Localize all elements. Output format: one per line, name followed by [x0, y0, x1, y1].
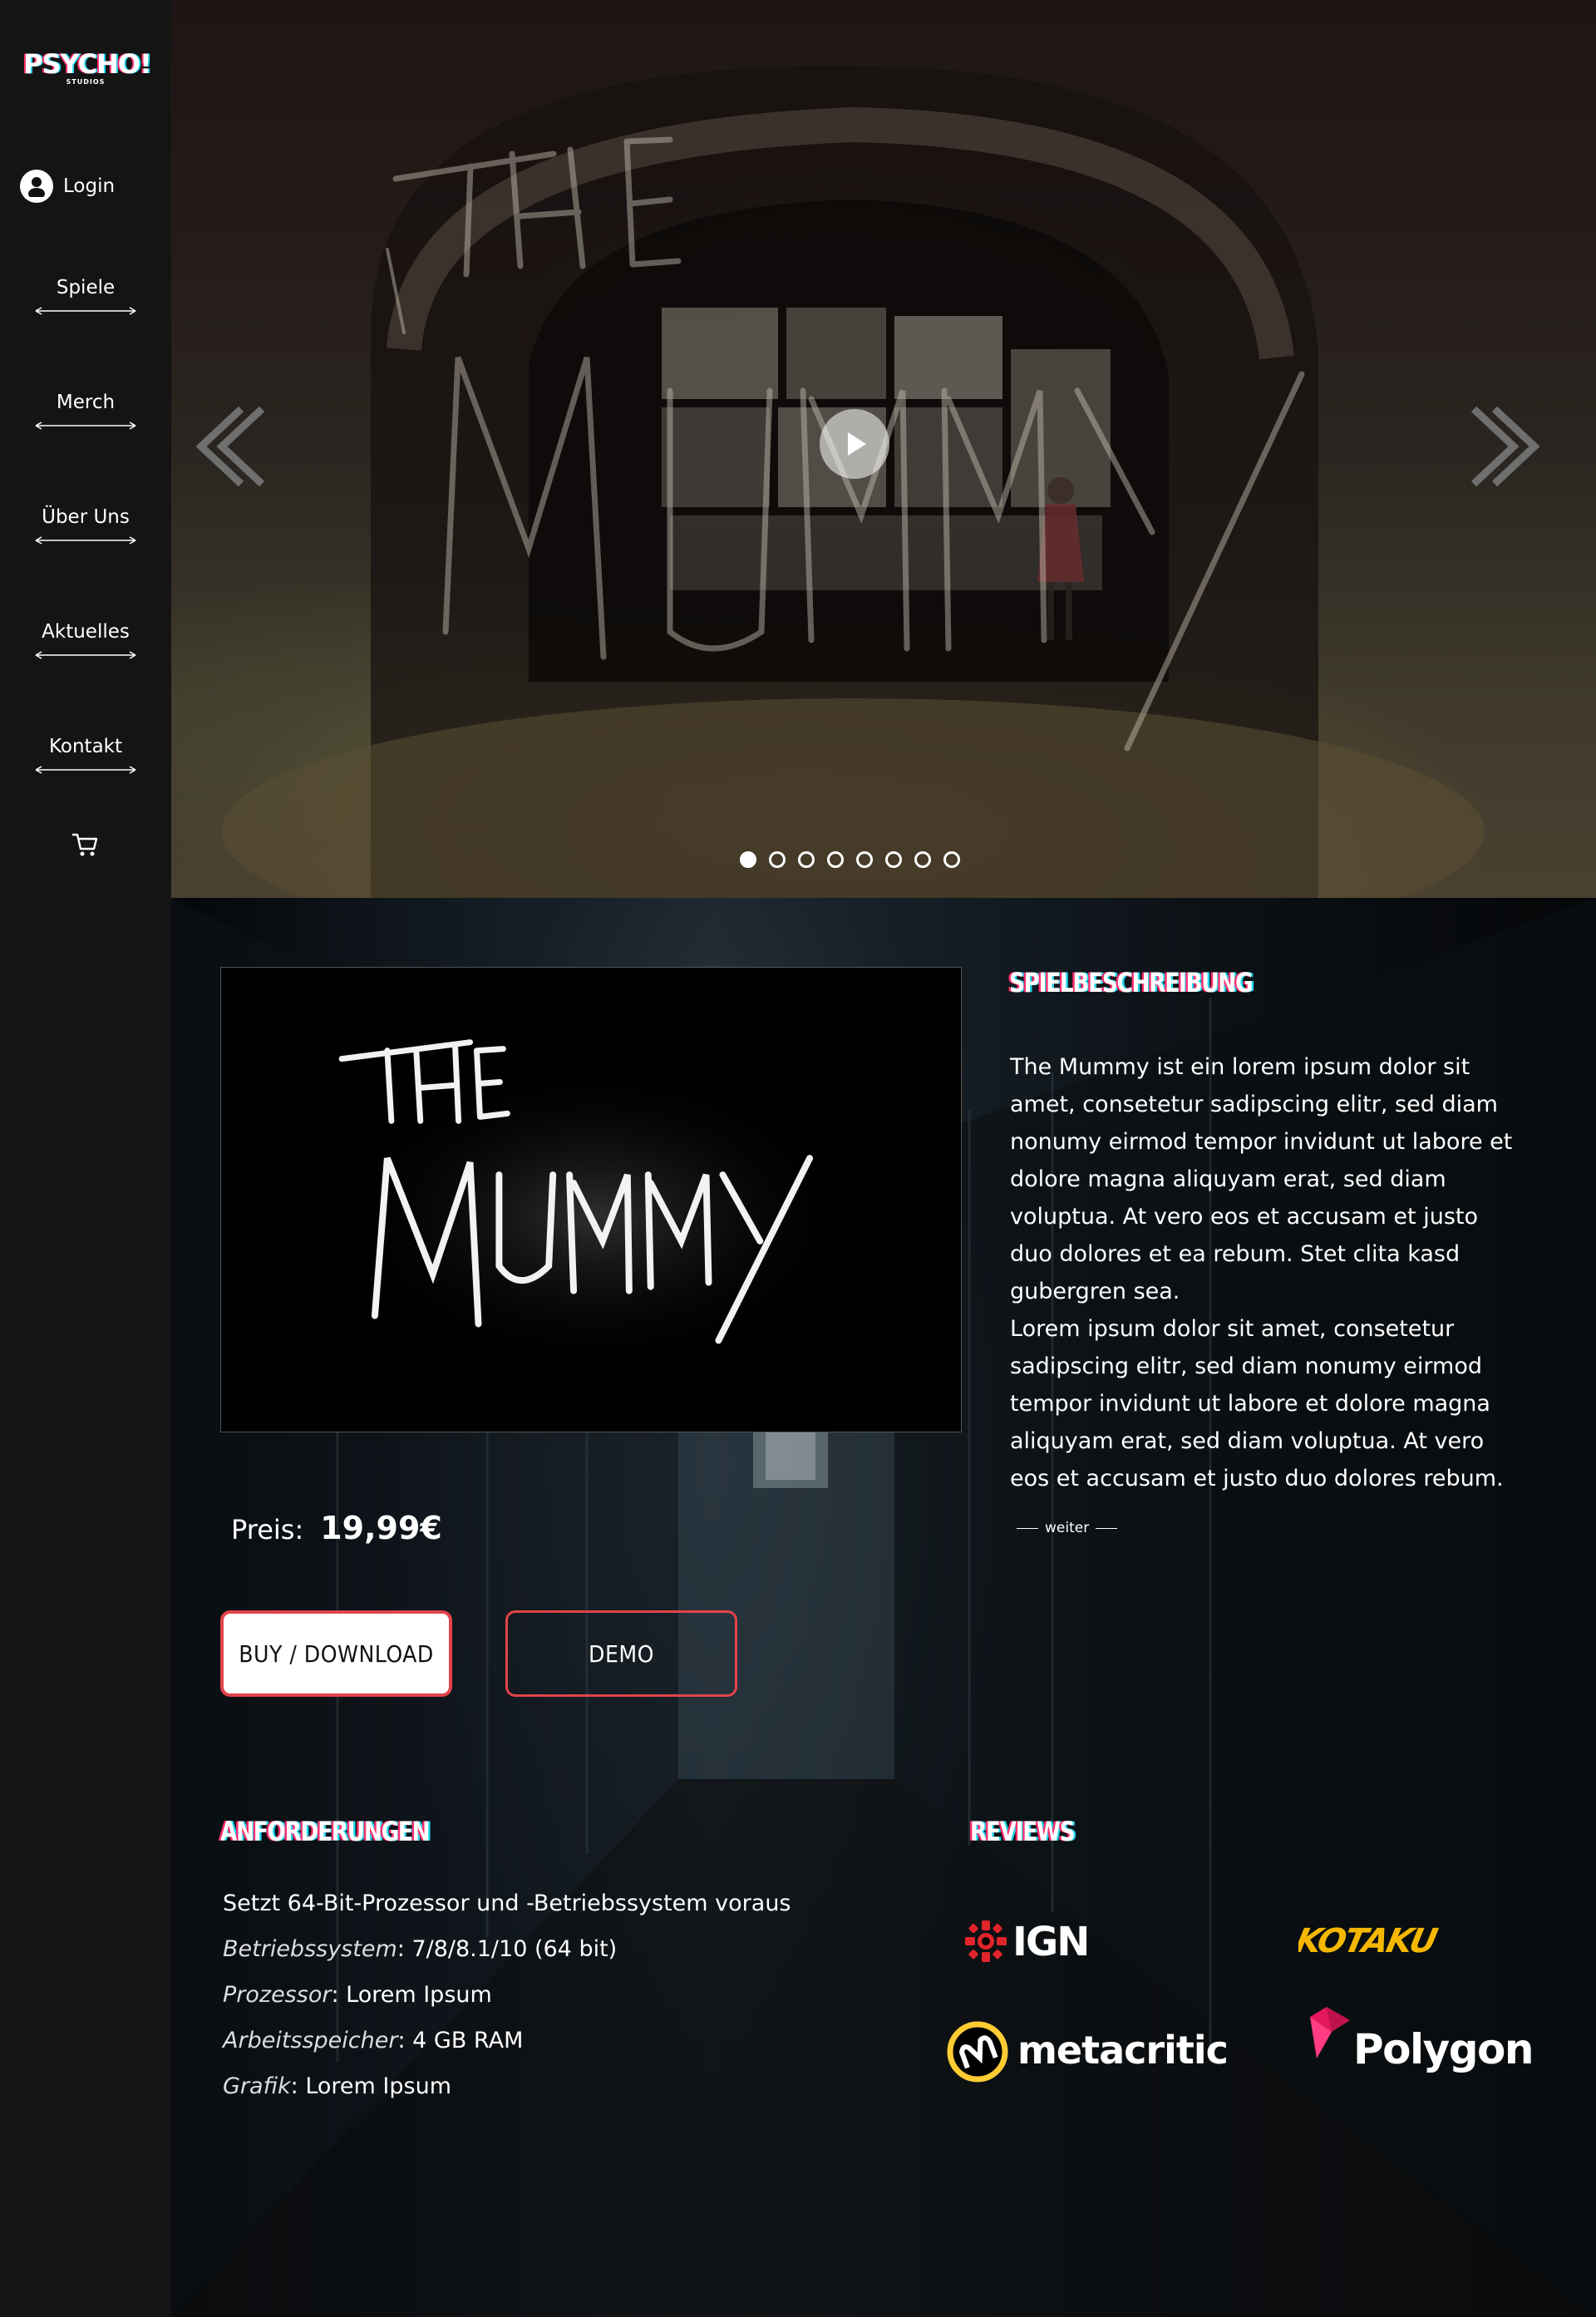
price: Preis: 19,99€	[231, 1510, 442, 1546]
game-description: The Mummy ist ein lorem ipsum dolor sit …	[1010, 1048, 1525, 1497]
read-more-label: weiter	[1045, 1520, 1090, 1536]
requirement-value: : 4 GB RAM	[397, 2028, 524, 2053]
user-icon	[20, 170, 53, 203]
ign-logo-text: IGN	[1012, 1919, 1088, 1965]
nav-label: Kontakt	[48, 736, 123, 757]
brand-logo[interactable]: PSYCHO! STUDIOS	[23, 48, 152, 86]
description-paragraph: Lorem ipsum dolor sit amet, consetetur s…	[1010, 1316, 1504, 1491]
nav-item-merch[interactable]: Merch	[0, 392, 171, 430]
polygon-logo[interactable]: Polygon	[1307, 2004, 1556, 2087]
login-label: Login	[63, 175, 116, 197]
arrow-divider-icon	[35, 536, 136, 545]
play-video-button[interactable]	[820, 409, 889, 479]
kotaku-logo-text: KOTAKU	[1298, 1920, 1441, 1960]
requirement-item: Prozessor: Lorem Ipsum	[223, 1972, 855, 2018]
read-more-link[interactable]: weiter	[1010, 1520, 1124, 1536]
requirement-key: Prozessor	[223, 1982, 332, 2008]
nav-label: Über Uns	[42, 506, 130, 528]
slide-dots	[740, 851, 960, 868]
slide-dot[interactable]	[740, 851, 756, 868]
game-detail-section: Preis: 19,99€ BUY / DOWNLOAD DEMO SPIELB…	[171, 898, 1596, 2317]
arrow-divider-icon	[35, 766, 136, 774]
requirement-key: Arbeitsspeicher	[223, 2028, 398, 2053]
requirement-key: Betriebssystem	[223, 1936, 397, 1962]
slide-dot[interactable]	[769, 851, 786, 868]
reviews-heading: REVIEWS	[970, 1816, 1076, 1847]
description-heading: SPIELBESCHREIBUNG	[1009, 967, 1254, 998]
hero-slider	[171, 0, 1596, 898]
cart-icon[interactable]	[70, 830, 100, 860]
requirement-key: Grafik	[223, 2073, 291, 2099]
nav-item-kontakt[interactable]: Kontakt	[0, 736, 171, 774]
nav-label: Merch	[56, 392, 116, 413]
requirements-heading: ANFORDERUNGEN	[220, 1816, 431, 1847]
slide-dot[interactable]	[856, 851, 873, 868]
description-paragraph: The Mummy ist ein lorem ipsum dolor sit …	[1010, 1054, 1513, 1304]
brand-name: PSYCHO!	[23, 48, 152, 80]
slide-dot[interactable]	[827, 851, 844, 868]
arrow-divider-icon	[35, 421, 136, 430]
buy-download-button[interactable]: BUY / DOWNLOAD	[220, 1610, 452, 1697]
game-cover-image	[220, 967, 962, 1432]
requirement-value: : Lorem Ipsum	[331, 1982, 492, 2008]
arrow-divider-icon	[35, 307, 136, 315]
play-icon	[848, 432, 866, 456]
polygon-logo-text: Polygon	[1353, 2025, 1533, 2073]
nav-label: Aktuelles	[42, 621, 130, 643]
slide-dot[interactable]	[885, 851, 902, 868]
nav-item-aktuelles[interactable]: Aktuelles	[0, 621, 171, 659]
requirement-item: Arbeitsspeicher: 4 GB RAM	[223, 2018, 855, 2063]
nav-item-ueber-uns[interactable]: Über Uns	[0, 506, 171, 545]
price-value: 19,99€	[320, 1510, 442, 1546]
demo-button[interactable]: DEMO	[505, 1610, 737, 1697]
price-label: Preis:	[231, 1514, 304, 1545]
requirement-value: : 7/8/8.1/10 (64 bit)	[397, 1936, 618, 1962]
metacritic-logo[interactable]: metacritic	[946, 2017, 1234, 2087]
requirements-list: Setzt 64-Bit-Prozessor und -Betriebssyst…	[223, 1881, 855, 2109]
ign-logo[interactable]: IGN	[961, 1912, 1135, 1970]
kotaku-logo[interactable]: KOTAKU	[1292, 1914, 1490, 1967]
arrow-divider-icon	[35, 651, 136, 659]
login-link[interactable]: Login	[20, 170, 115, 203]
nav-item-spiele[interactable]: Spiele	[0, 277, 171, 315]
slide-dot[interactable]	[914, 851, 931, 868]
prev-slide-icon[interactable]	[191, 401, 268, 492]
divider	[1096, 1527, 1118, 1529]
slide-dot[interactable]	[943, 851, 960, 868]
next-slide-icon[interactable]	[1468, 401, 1544, 492]
slide-dot[interactable]	[798, 851, 815, 868]
requirements-intro: Setzt 64-Bit-Prozessor und -Betriebssyst…	[223, 1891, 791, 1916]
metacritic-logo-text: metacritic	[1017, 2028, 1228, 2073]
nav-label: Spiele	[56, 277, 116, 298]
requirement-item: Grafik: Lorem Ipsum	[223, 2063, 855, 2109]
sidebar: PSYCHO! STUDIOS Login Spiele Merch Über …	[0, 0, 171, 2317]
divider	[1017, 1527, 1038, 1529]
requirement-value: : Lorem Ipsum	[290, 2073, 452, 2099]
requirement-item: Betriebssystem: 7/8/8.1/10 (64 bit)	[223, 1926, 855, 1972]
